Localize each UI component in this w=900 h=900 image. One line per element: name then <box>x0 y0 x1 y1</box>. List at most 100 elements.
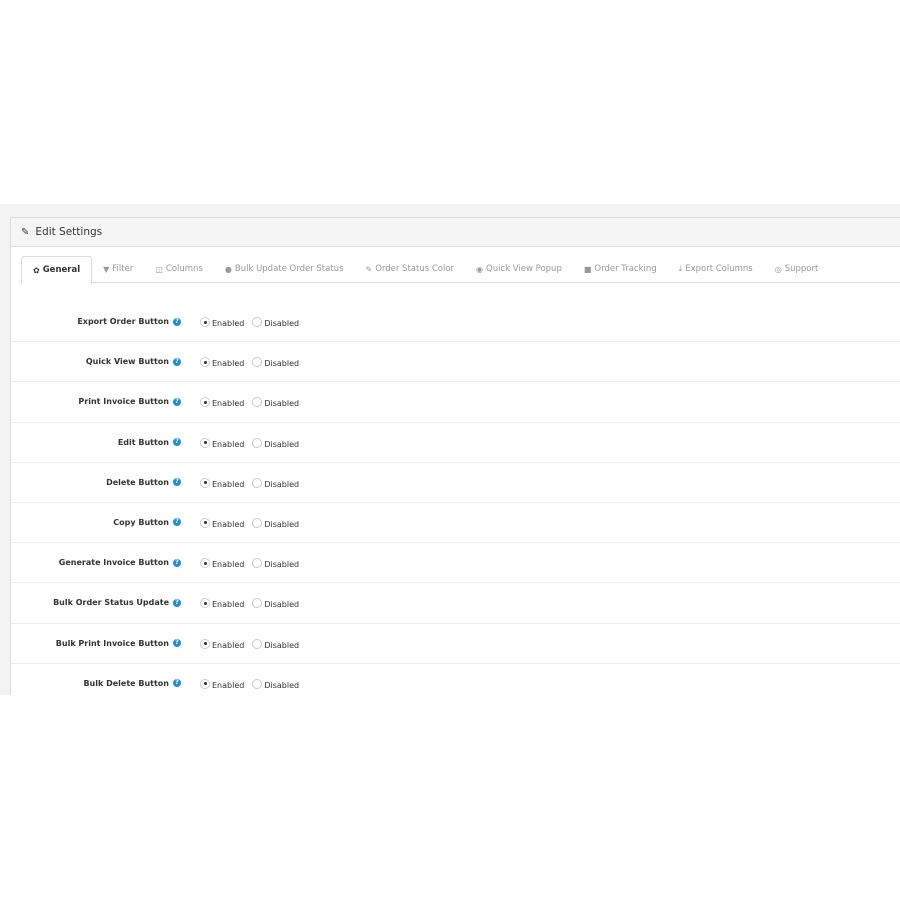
radio-button[interactable] <box>200 357 210 368</box>
setting-label-text: Print Invoice Button <box>78 397 169 407</box>
setting-label-text: Copy Button <box>113 517 169 527</box>
setting-label-text: Edit Button <box>117 437 169 447</box>
tab-bulk-update-order-status[interactable]: ● Bulk Update Order Status <box>214 256 355 282</box>
columns-icon: ◫ <box>155 264 163 274</box>
disabled-label: Disabled <box>264 600 300 610</box>
radio-button[interactable] <box>252 477 263 488</box>
enabled-radio[interactable]: Enabled <box>200 356 244 368</box>
tab-quick-view-popup[interactable]: ◉ Quick View Popup <box>465 256 573 282</box>
radio-button[interactable] <box>252 678 263 689</box>
gear-icon: ✿ <box>33 265 40 275</box>
tab-label: Order Status Color <box>375 264 455 274</box>
radio-button[interactable] <box>252 638 263 649</box>
setting-label: Bulk Order Status Update? <box>53 598 181 607</box>
help-icon[interactable]: ? <box>173 397 181 406</box>
radio-button[interactable] <box>252 558 263 569</box>
radio-button[interactable] <box>252 437 263 448</box>
enabled-label: Enabled <box>212 439 245 449</box>
disabled-radio[interactable]: Disabled <box>252 557 299 569</box>
enabled-radio[interactable]: Enabled <box>200 477 244 489</box>
setting-options: Enabled Disabled <box>200 678 307 690</box>
radio-button[interactable] <box>200 678 210 689</box>
tab-order-status-color[interactable]: ✎ Order Status Color <box>355 256 466 282</box>
radio-button[interactable] <box>200 558 210 569</box>
enabled-radio[interactable]: Enabled <box>200 437 244 449</box>
enabled-radio[interactable]: Enabled <box>200 316 244 328</box>
tab-export-columns[interactable]: ⤓ Export Columns <box>668 256 764 282</box>
disabled-radio[interactable]: Disabled <box>252 678 299 690</box>
enabled-radio[interactable]: Enabled <box>200 597 244 609</box>
help-icon[interactable]: ? <box>173 558 181 567</box>
radio-button[interactable] <box>252 357 263 368</box>
radio-button[interactable] <box>200 598 210 609</box>
help-icon[interactable]: ? <box>173 317 181 326</box>
radio-button[interactable] <box>200 517 210 528</box>
help-icon[interactable]: ? <box>173 438 181 447</box>
disabled-radio[interactable]: Disabled <box>252 396 299 408</box>
disabled-radio[interactable]: Disabled <box>252 597 299 609</box>
setting-label: Bulk Delete Button? <box>83 679 181 688</box>
enabled-label: Enabled <box>212 519 245 529</box>
setting-row: Generate Invoice Button? Enabled Disable… <box>11 543 900 584</box>
enabled-radio[interactable]: Enabled <box>200 638 244 650</box>
help-icon[interactable]: ? <box>173 639 181 647</box>
radio-button[interactable] <box>252 397 263 408</box>
disabled-label: Disabled <box>264 519 300 529</box>
disabled-radio[interactable]: Disabled <box>252 316 299 328</box>
setting-label: Generate Invoice Button? <box>59 558 181 567</box>
setting-options: Enabled Disabled <box>200 517 307 529</box>
radio-button[interactable] <box>200 477 210 488</box>
disabled-label: Disabled <box>264 439 300 449</box>
setting-row: Bulk Delete Button? Enabled Disabled <box>11 664 900 695</box>
disabled-radio[interactable]: Disabled <box>252 356 299 368</box>
disabled-label: Disabled <box>264 640 300 650</box>
enabled-radio[interactable]: Enabled <box>200 557 244 569</box>
setting-options: Enabled Disabled <box>200 557 307 569</box>
tab-label: Support <box>784 264 819 274</box>
setting-label-text: Bulk Delete Button <box>83 678 169 688</box>
radio-button[interactable] <box>200 638 210 649</box>
tab-label: Order Tracking <box>594 264 657 274</box>
setting-label: Copy Button? <box>113 518 181 527</box>
radio-button[interactable] <box>200 397 210 408</box>
disabled-label: Disabled <box>264 319 300 328</box>
tab-general[interactable]: ✿ General <box>21 256 93 284</box>
disabled-label: Disabled <box>264 560 300 570</box>
disabled-radio[interactable]: Disabled <box>252 517 299 529</box>
tab-label: Export Columns <box>685 264 753 274</box>
help-icon[interactable]: ? <box>173 357 181 366</box>
help-icon[interactable]: ? <box>173 679 181 688</box>
download-icon: ⤓ <box>678 264 683 273</box>
enabled-label: Enabled <box>212 560 245 570</box>
setting-options: Enabled Disabled <box>200 638 307 650</box>
radio-button[interactable] <box>252 517 263 528</box>
tab-label: Quick View Popup <box>486 264 562 274</box>
setting-label-text: Bulk Print Invoice Button <box>55 638 169 648</box>
tab-columns[interactable]: ◫ Columns <box>144 256 214 282</box>
enabled-radio[interactable]: Enabled <box>200 396 244 408</box>
help-icon[interactable]: ? <box>173 478 181 487</box>
radio-button[interactable] <box>200 317 210 327</box>
radio-button[interactable] <box>252 598 263 609</box>
radio-button[interactable] <box>200 437 210 448</box>
disabled-radio[interactable]: Disabled <box>252 638 299 650</box>
setting-row: Quick View Button? Enabled Disabled <box>11 342 900 383</box>
setting-options: Enabled Disabled <box>200 477 307 489</box>
enabled-label: Enabled <box>212 319 245 328</box>
disabled-radio[interactable]: Disabled <box>252 477 299 489</box>
disabled-label: Disabled <box>264 399 300 409</box>
radio-button[interactable] <box>252 317 263 327</box>
disabled-label: Disabled <box>264 479 300 489</box>
tab-support[interactable]: ◎ Support <box>764 256 830 282</box>
disabled-radio[interactable]: Disabled <box>252 437 299 449</box>
pencil-icon: ✎ <box>21 226 30 238</box>
help-icon[interactable]: ? <box>173 598 181 607</box>
tab-order-tracking[interactable]: ■ Order Tracking <box>573 256 668 282</box>
enabled-label: Enabled <box>212 680 245 690</box>
help-icon[interactable]: ? <box>173 518 181 527</box>
enabled-label: Enabled <box>212 479 245 489</box>
enabled-radio[interactable]: Enabled <box>200 678 244 690</box>
enabled-radio[interactable]: Enabled <box>200 517 244 529</box>
tab-filter[interactable]: ▼ Filter <box>92 256 144 282</box>
setting-row: Export Order Button? Enabled Disabled <box>11 302 900 343</box>
